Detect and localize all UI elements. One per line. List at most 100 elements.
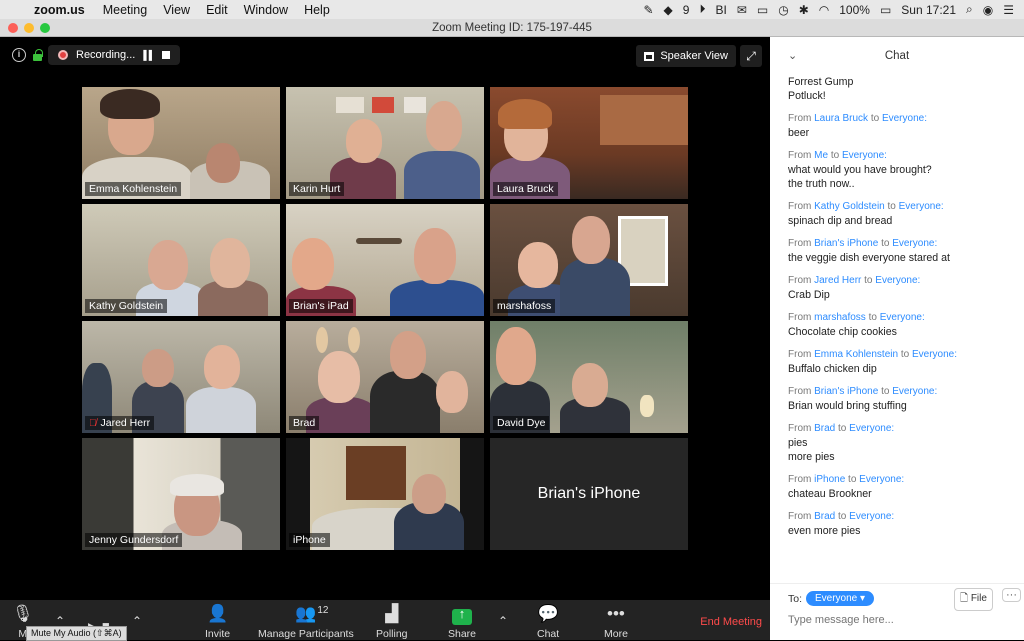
chat-sender: Brian's iPhone [814, 238, 879, 249]
polling-button[interactable]: ▟ Polling [376, 603, 408, 640]
chat-recipient: Everyone: [898, 201, 944, 212]
chat-message: Forrest Gump Potluck! [788, 75, 1018, 103]
to-word: to [868, 312, 877, 323]
participant-name: Brad [289, 416, 320, 430]
manage-participants-label: Manage Participants [258, 628, 354, 640]
bluetooth-icon[interactable]: ✱ [799, 3, 809, 17]
chat-sender: marshafoss [814, 312, 866, 323]
manage-participants-button[interactable]: 👥 12 Manage Participants [258, 603, 354, 640]
chat-sender: Kathy Goldstein [814, 201, 885, 212]
share-options-chevron-up-icon[interactable]: ⌃ [498, 614, 508, 628]
info-icon[interactable]: i [12, 48, 26, 62]
invite-icon: 👤 [206, 604, 229, 623]
speaker-view-button[interactable]: Speaker View [636, 45, 736, 67]
end-meeting-button[interactable]: End Meeting [700, 616, 762, 628]
chat-footer: To: Everyone ▾ 🗋 File ··· [770, 583, 1024, 640]
fullscreen-button[interactable]: ⤢ [740, 45, 762, 67]
video-tile-off[interactable]: Brian's iPhone [490, 438, 688, 550]
pencil-icon[interactable]: ✎ [643, 3, 653, 17]
chevron-down-icon[interactable]: ⌄ [788, 37, 797, 75]
chat-message-text: Chocolate chip cookies [788, 326, 897, 338]
polling-label: Polling [376, 628, 408, 640]
to-word: to [864, 275, 873, 286]
menu-edit[interactable]: Edit [206, 3, 228, 17]
menu-icon[interactable]: ☰ [1003, 3, 1014, 17]
video-tile[interactable]: David Dye [490, 321, 688, 433]
chat-message-text: pies [788, 437, 808, 449]
video-tile[interactable]: 🎙̸ Jared Herr [82, 321, 280, 433]
chat-message-sender-line: From Brian's iPhone to Everyone: [788, 385, 1018, 399]
video-tile[interactable]: Jenny Gundersdorf [82, 438, 280, 550]
battery-percent: 100% [839, 2, 870, 17]
video-tile[interactable]: Brian's iPad [286, 204, 484, 316]
video-tile[interactable]: Karin Hurt [286, 87, 484, 199]
chat-header: ⌄ Chat [770, 37, 1024, 75]
chat-button[interactable]: 💬 Chat [537, 603, 559, 640]
search-icon[interactable]: ⌕ [966, 2, 973, 17]
video-tile[interactable]: marshafoss [490, 204, 688, 316]
chat-message-sender-line: From marshafoss to Everyone: [788, 311, 1018, 325]
chat-message-sender-line: From Brad to Everyone: [788, 510, 1018, 524]
chat-sender: Jared Herr [814, 275, 862, 286]
siri-icon[interactable]: ◉ [983, 3, 993, 17]
chat-sender: iPhone [814, 474, 846, 485]
lock-icon[interactable] [32, 49, 43, 61]
recipient-dropdown[interactable]: Everyone ▾ [806, 591, 875, 606]
clock[interactable]: Sun 17:21 [901, 3, 956, 17]
share-screen-button[interactable]: Share [448, 606, 476, 640]
video-tile[interactable]: iPhone [286, 438, 484, 550]
participants-icon: 👥 12 [295, 603, 328, 625]
to-word: to [881, 238, 890, 249]
battery-icon[interactable]: ▭ [880, 3, 891, 17]
meeting-status-bar: i Recording... ▌▌ [12, 45, 181, 65]
close-window-button[interactable] [8, 23, 18, 33]
chat-messages: Forrest Gump Potluck! From Laura Bruck to … [788, 75, 1018, 547]
file-icon: 🗋 [960, 593, 969, 604]
stop-recording-icon[interactable] [162, 51, 171, 59]
menu-meeting[interactable]: Meeting [103, 3, 147, 17]
from-prefix: From [788, 201, 812, 212]
send-file-button[interactable]: 🗋 File [954, 588, 993, 611]
airplay-icon[interactable]: ▭ [757, 3, 768, 17]
menu-window[interactable]: Window [244, 3, 288, 17]
chat-recipient: Everyone: [879, 312, 925, 323]
chat-message-text: spinach dip and bread [788, 215, 893, 227]
minimize-window-button[interactable] [24, 23, 34, 33]
forward-icon[interactable]: ⏵ [699, 2, 705, 17]
more-button[interactable]: ••• More [604, 603, 628, 640]
bi-icon[interactable]: BI [715, 3, 726, 17]
chat-message-sender-line: From Me to Everyone: [788, 149, 1018, 163]
chat-sender: Laura Bruck [814, 113, 869, 124]
to-word: to [830, 150, 840, 161]
video-tile[interactable]: Emma Kohlenstein [82, 87, 280, 199]
menu-view[interactable]: View [163, 3, 190, 17]
participant-name: Karin Hurt [289, 182, 345, 196]
mail-icon[interactable]: ✉ [737, 3, 747, 17]
participant-name: iPhone [289, 533, 330, 547]
video-tile[interactable]: Kathy Goldstein [82, 204, 280, 316]
video-tile[interactable]: Laura Bruck [490, 87, 688, 199]
dropbox-icon[interactable]: ◆ [664, 3, 673, 17]
to-word: to [881, 386, 890, 397]
chat-more-button[interactable]: ··· [1002, 588, 1021, 602]
menu-help[interactable]: Help [304, 3, 330, 17]
chat-recipient: Everyone: [859, 474, 905, 485]
video-tile[interactable]: Brad [286, 321, 484, 433]
from-prefix: From [788, 150, 812, 161]
maximize-window-button[interactable] [40, 23, 50, 33]
window-title: Zoom Meeting ID: 175-197-445 [432, 22, 592, 34]
menu-app-name[interactable]: zoom.us [34, 3, 85, 17]
wifi-icon[interactable]: ◠ [819, 3, 829, 17]
time-machine-icon[interactable]: ◷ [778, 3, 788, 17]
participant-name: 🎙̸ Jared Herr [85, 416, 155, 430]
invite-button[interactable]: 👤 Invite [205, 603, 230, 640]
chat-message: From Brad to Everyone: pies more pies [788, 422, 1018, 464]
chat-message-sender-line: From Emma Kohlenstein to Everyone: [788, 348, 1018, 362]
pause-recording-icon[interactable]: ▌▌ [143, 50, 155, 60]
chat-message-sender-line: From Laura Bruck to Everyone: [788, 112, 1018, 126]
chat-sender: Brad [814, 511, 836, 522]
to-word: to [838, 511, 847, 522]
participant-name: Brian's iPad [289, 299, 353, 313]
chat-message-input[interactable] [788, 614, 1008, 626]
video-options-chevron-up-icon[interactable]: ⌃ [132, 614, 142, 628]
